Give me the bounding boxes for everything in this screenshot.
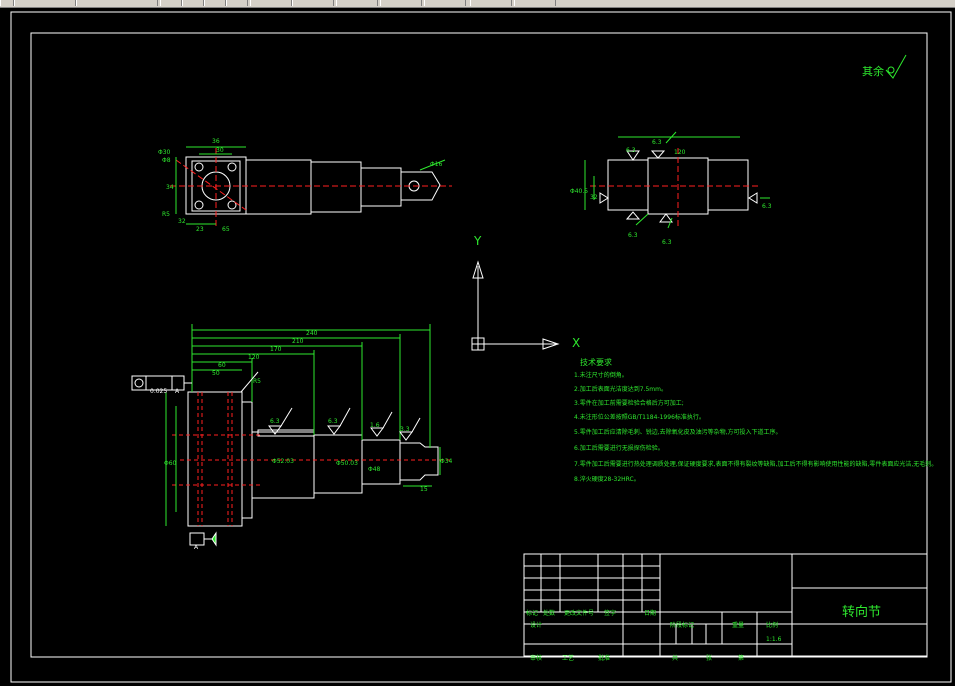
tech-req-item: 2.加工后表面光洁度达到7.5mm。 [574, 386, 667, 393]
toolbar-button[interactable] [380, 0, 422, 6]
dim-label: Φ30 [158, 149, 171, 156]
toolbar-button[interactable] [470, 0, 512, 6]
tb-label: 签字 [604, 610, 617, 617]
roughness-label: 1.6 [370, 422, 380, 429]
tolerance-value: 0.025 [150, 388, 168, 395]
toolbar-button[interactable] [160, 0, 182, 6]
datum-label: A [194, 544, 199, 551]
tb-label: 审核 [530, 655, 543, 662]
tb-label: 更改文件号 [564, 610, 595, 617]
tech-req-item: 7.零件加工后需要进行热处理调质处理,保证硬度要求,表面不得有裂纹等缺陷,加工后… [574, 461, 938, 468]
tb-label: 比例 [766, 622, 779, 629]
tb-label: 重量 [732, 622, 745, 629]
tb-label: 阶段标记 [670, 622, 695, 629]
toolbar-button[interactable] [292, 0, 334, 6]
diameter-label: Φ50.03 [336, 460, 358, 467]
toolbar-button[interactable] [182, 0, 204, 6]
toolbar-button[interactable] [204, 0, 226, 6]
tech-req-heading: 技术要求 [580, 358, 612, 367]
dim-label: 170 [270, 346, 282, 353]
sheet-frame [30, 32, 928, 658]
toolbar-button[interactable] [250, 0, 292, 6]
tb-label: 共 [672, 655, 679, 662]
dim-label: 6.3 [652, 139, 662, 146]
drawing-canvas[interactable]: 其余 Y X 36 30 Φ30 Φ8 34 R5 32 Φ16 23 65 6… [0, 8, 955, 686]
tb-label: 第 [738, 655, 745, 662]
diameter-label: Φ48 [368, 466, 381, 473]
dim-label: 60 [218, 362, 226, 369]
dim-label: 50 [212, 370, 220, 377]
part-name: 转向节 [842, 605, 882, 620]
dim-label: R5 [162, 211, 170, 218]
dim-label: 30 [216, 147, 224, 154]
dim-label: 6.3 [628, 232, 638, 239]
dim-label: Φ40.5 [570, 188, 589, 195]
roughness-symbol [885, 54, 907, 79]
diameter-label: Φ34 [440, 458, 453, 465]
dim-label: 120 [248, 354, 260, 361]
toolbar-button[interactable] [14, 0, 76, 6]
roughness-note: 其余 [862, 65, 884, 78]
dim-label: 65 [222, 226, 230, 233]
roughness-label: 6.3 [328, 418, 338, 425]
dim-label: 34 [166, 184, 174, 191]
toolbar-button[interactable] [336, 0, 378, 6]
dim-label: Φ16 [430, 161, 443, 168]
toolbar-button[interactable] [424, 0, 466, 6]
tb-label: 工艺 [562, 655, 575, 662]
tech-req-item: 1.未注尺寸的倒角。 [574, 372, 628, 379]
toolbar-button[interactable] [226, 0, 248, 6]
main-view-hatch-lines [172, 392, 450, 526]
tb-label: 日期 [644, 610, 657, 617]
dim-label: 23 [196, 226, 204, 233]
tech-req-item: 6.加工后需要进行无损探伤检验。 [574, 445, 664, 452]
dim-label: 6.3 [626, 147, 636, 154]
ucs-x-label: X [572, 336, 581, 350]
tb-label: 处数 [543, 610, 556, 617]
tb-label: 标记 [526, 610, 539, 617]
dim-label: Φ8 [162, 157, 171, 164]
tech-req-item: 3.零件在加工前需要检验合格后方可加工; [574, 400, 684, 407]
outer-border [10, 11, 952, 683]
ucs-icon [471, 260, 560, 351]
toolbar-button[interactable] [514, 0, 556, 6]
tb-label: 张 [706, 655, 713, 662]
tech-req-item: 5.零件加工后应清除毛刺、锐边,去除氧化皮及油污等杂物,方可投入下道工序。 [574, 429, 782, 436]
tech-req-item: 4.未注形位公差按照GB/T1184-1996标准执行。 [574, 414, 705, 421]
tb-label: 设计 [530, 622, 543, 629]
roughness-label: 3.3 [400, 426, 410, 433]
scale-value: 1:1.6 [766, 636, 782, 643]
dim-label: 36 [212, 138, 220, 145]
main-view-dims [165, 324, 441, 526]
dim-label: 6.3 [762, 203, 772, 210]
roughness-label: 6.3 [270, 418, 280, 425]
tolerance-datum: A [175, 388, 180, 395]
dim-label: 240 [306, 330, 318, 337]
dim-label: 15 [420, 486, 428, 493]
tb-label: 批准 [598, 655, 611, 662]
toolbar-button[interactable] [0, 0, 14, 6]
toolbar [0, 0, 955, 8]
dim-label: 32 [590, 194, 598, 201]
toolbar-button[interactable] [76, 0, 158, 6]
diameter-label: Φ52.03 [272, 458, 294, 465]
ucs-y-label: Y [474, 234, 482, 248]
dim-label: 32 [178, 218, 186, 225]
dim-label: 120 [674, 149, 686, 156]
dim-label: 6.3 [662, 239, 672, 246]
diameter-label: Φ60 [164, 460, 177, 467]
tech-req-item: 8.淬火硬度28-32HRC。 [574, 476, 640, 483]
drawing-svg [10, 11, 952, 683]
chamfer-label: R5 [253, 378, 261, 385]
dim-label: 210 [292, 338, 304, 345]
